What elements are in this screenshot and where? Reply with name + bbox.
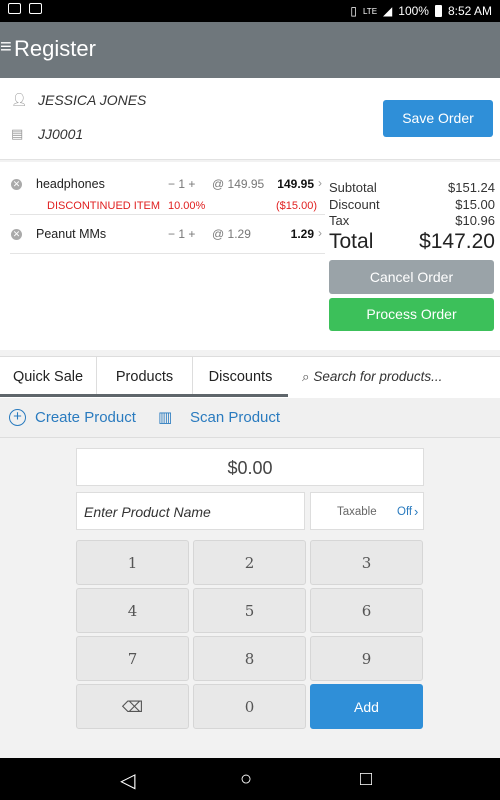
- key-6[interactable]: 6: [310, 588, 423, 633]
- customer-name[interactable]: JESSICA JONES: [38, 92, 146, 108]
- person-icon: 👤︎: [11, 92, 28, 107]
- amount-display[interactable]: $0.00: [76, 448, 424, 486]
- item-name[interactable]: Peanut MMs: [36, 227, 106, 241]
- item-qty: 1: [178, 227, 186, 241]
- add-button[interactable]: Add: [310, 684, 423, 729]
- process-order-button[interactable]: Process Order: [329, 298, 494, 331]
- discount-label: Discount: [329, 197, 380, 212]
- plus-icon[interactable]: +: [188, 227, 195, 241]
- order-id[interactable]: JJ0001: [38, 126, 83, 142]
- discount-amount: ($15.00): [276, 200, 317, 212]
- battery-percent: 100%: [398, 4, 429, 18]
- receipt-icon: ▤: [11, 126, 24, 141]
- key-5[interactable]: 5: [193, 588, 306, 633]
- minus-icon[interactable]: −: [168, 177, 175, 191]
- taxable-value: Off: [397, 506, 413, 518]
- plus-icon[interactable]: +: [188, 177, 195, 191]
- item-note: DISCONTINUED ITEM: [47, 200, 161, 212]
- product-name-input[interactable]: Enter Product Name: [76, 492, 305, 530]
- key-0[interactable]: 0: [193, 684, 306, 729]
- remove-item-icon[interactable]: ✕: [11, 179, 22, 190]
- app-bar: ≡ Register: [0, 22, 500, 78]
- tax-value: $10.96: [455, 213, 495, 228]
- key-2[interactable]: 2: [193, 540, 306, 585]
- signal-icon: ◢: [383, 4, 393, 18]
- cancel-order-button[interactable]: Cancel Order: [329, 260, 494, 294]
- chevron-right-icon[interactable]: ›: [318, 226, 322, 240]
- battery-icon: [434, 5, 442, 17]
- barcode-icon[interactable]: ▥: [158, 408, 172, 426]
- item-line-total: 149.95: [277, 177, 314, 191]
- discount-value: $15.00: [455, 197, 495, 212]
- tab-quick-sale[interactable]: Quick Sale: [0, 357, 96, 397]
- tax-label: Tax: [329, 213, 350, 228]
- add-circle-icon[interactable]: +: [9, 409, 26, 426]
- tab-discounts[interactable]: Discounts: [192, 357, 288, 397]
- item-name[interactable]: headphones: [36, 177, 105, 191]
- vibrate-icon: ▯: [350, 4, 357, 18]
- divider: [10, 253, 325, 254]
- menu-icon[interactable]: ≡: [0, 36, 12, 59]
- remove-item-icon[interactable]: ✕: [11, 229, 22, 240]
- item-line-total: 1.29: [290, 227, 314, 241]
- search-placeholder: Search for products...: [313, 369, 443, 384]
- total-value: $147.20: [419, 230, 495, 253]
- backspace-icon: ⌫: [121, 698, 144, 716]
- divider: [10, 214, 325, 215]
- active-tab-indicator: [0, 394, 288, 397]
- taxable-toggle[interactable]: Taxable Off ›: [310, 492, 424, 530]
- scan-product-link[interactable]: Scan Product: [190, 409, 280, 426]
- search-input[interactable]: ⌕ Search for products...: [302, 357, 442, 397]
- tab-bar: Quick Sale Products Discounts ⌕ Search f…: [0, 356, 500, 398]
- key-8[interactable]: 8: [193, 636, 306, 681]
- item-unit-price: @ 149.95: [212, 177, 265, 191]
- recents-icon[interactable]: □: [360, 768, 372, 791]
- backspace-key[interactable]: ⌫: [76, 684, 189, 729]
- status-bar: ▯ LTE ◢ 100% 8:52 AM: [0, 0, 500, 22]
- quantity-stepper[interactable]: − 1 +: [168, 227, 195, 241]
- minus-icon[interactable]: −: [168, 227, 175, 241]
- clock: 8:52 AM: [447, 4, 492, 18]
- mail-icon: [8, 3, 21, 14]
- discount-percent: 10.00%: [168, 200, 206, 212]
- chevron-right-icon[interactable]: ›: [318, 176, 322, 190]
- page-title: Register: [14, 36, 96, 61]
- item-qty: 1: [178, 177, 186, 191]
- system-nav-bar: ◁ ○ □: [0, 758, 500, 800]
- subtotal-label: Subtotal: [329, 180, 377, 195]
- key-4[interactable]: 4: [76, 588, 189, 633]
- key-9[interactable]: 9: [310, 636, 423, 681]
- item-unit-price: @ 1.29: [212, 227, 251, 241]
- search-icon: ⌕: [302, 369, 310, 384]
- image-icon: [29, 3, 42, 14]
- save-order-button[interactable]: Save Order: [383, 100, 493, 137]
- subtotal-value: $151.24: [448, 180, 495, 195]
- home-icon[interactable]: ○: [240, 768, 252, 791]
- lte-label: LTE: [362, 6, 378, 16]
- total-label: Total: [329, 230, 374, 253]
- key-7[interactable]: 7: [76, 636, 189, 681]
- back-icon[interactable]: ◁: [120, 768, 135, 793]
- key-3[interactable]: 3: [310, 540, 423, 585]
- quantity-stepper[interactable]: − 1 +: [168, 177, 195, 191]
- key-1[interactable]: 1: [76, 540, 189, 585]
- create-product-link[interactable]: Create Product: [35, 409, 136, 426]
- tab-products[interactable]: Products: [96, 357, 192, 397]
- taxable-label: Taxable: [337, 506, 377, 518]
- chevron-right-icon: ›: [414, 504, 419, 519]
